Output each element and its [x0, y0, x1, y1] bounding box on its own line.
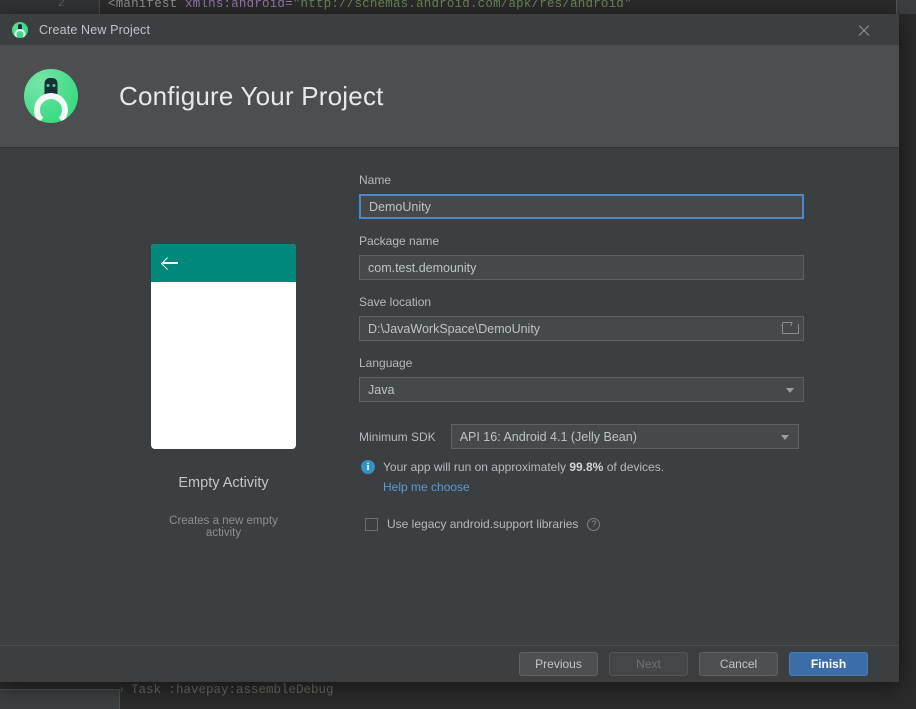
build-task-text: Task :havepay:assembleDebug	[131, 683, 334, 697]
minimum-sdk-label: Minimum SDK	[359, 429, 436, 444]
ide-right-edge	[896, 0, 916, 14]
package-name-field-group: Package name com.test.demounity	[359, 234, 806, 280]
package-name-label: Package name	[359, 234, 440, 248]
finish-button[interactable]: Finish	[789, 652, 868, 676]
name-field-group: Name DemoUnity	[359, 173, 806, 219]
minimum-sdk-value: API 16: Android 4.1 (Jelly Bean)	[459, 429, 637, 444]
page-title: Configure Your Project	[119, 80, 384, 111]
package-name-input[interactable]: com.test.demounity	[359, 255, 804, 280]
dialog-title: Create New Project	[39, 22, 151, 37]
project-config-form: Name DemoUnity Package name com.test.dem…	[359, 173, 806, 531]
code-token-tag: <manifest	[108, 0, 178, 11]
disclosure-arrow-icon[interactable]: ›	[120, 684, 123, 695]
coverage-text-after: of devices.	[603, 460, 665, 474]
name-input[interactable]: DemoUnity	[359, 194, 804, 219]
android-studio-icon	[12, 21, 28, 38]
minimum-sdk-select[interactable]: API 16: Android 4.1 (Jelly Bean)	[450, 424, 799, 449]
legacy-libraries-label: Use legacy android.support libraries	[387, 517, 579, 532]
back-arrow-icon	[162, 255, 179, 272]
close-icon[interactable]	[856, 22, 872, 38]
legacy-libraries-checkbox[interactable]	[365, 517, 378, 531]
android-studio-logo	[24, 69, 78, 123]
device-coverage-text: Your app will run on approximately 99.8%…	[383, 459, 664, 495]
next-button: Next	[609, 652, 688, 676]
language-field-group: Language Java	[359, 356, 806, 402]
template-description: Creates a new empty activity	[169, 515, 278, 539]
help-me-choose-link[interactable]: Help me choose	[383, 479, 664, 495]
dialog-titlebar: Create New Project	[0, 14, 899, 45]
language-value: Java	[368, 382, 395, 397]
save-location-label: Save location	[359, 295, 432, 309]
save-location-field-group: Save location D:\JavaWorkSpace\DemoUnity	[359, 295, 806, 341]
dialog-footer: Previous Next Cancel Finish	[0, 645, 899, 682]
create-new-project-dialog: Create New Project Configure Your Projec…	[0, 14, 899, 682]
code-token-string: "http://schemas.android.com/apk/res/andr…	[292, 0, 632, 11]
activity-thumbnail	[151, 244, 296, 449]
name-label: Name	[359, 173, 392, 187]
help-icon[interactable]: ?	[587, 517, 601, 531]
chevron-down-icon	[780, 435, 789, 440]
thumbnail-appbar	[151, 244, 296, 282]
template-preview: Empty Activity Creates a new empty activ…	[151, 244, 296, 539]
language-label: Language	[359, 356, 413, 370]
ide-tool-window-tab[interactable]	[0, 689, 120, 709]
info-icon: i	[361, 460, 375, 474]
dialog-body: Empty Activity Creates a new empty activ…	[0, 148, 899, 645]
chevron-down-icon	[786, 388, 794, 393]
template-name: Empty Activity	[178, 475, 269, 491]
coverage-text-before: Your app will run on approximately	[383, 460, 570, 474]
save-location-input[interactable]: D:\JavaWorkSpace\DemoUnity	[359, 316, 804, 341]
previous-button[interactable]: Previous	[519, 652, 598, 676]
dialog-header: Configure Your Project	[0, 45, 899, 148]
cancel-button[interactable]: Cancel	[699, 652, 778, 676]
ide-editor-strip: 2 <manifest xmlns:android="http://schema…	[0, 0, 916, 14]
coverage-percent: 99.8%	[569, 460, 604, 474]
code-token-attr: xmlns:android=	[185, 0, 293, 11]
device-coverage-info: i Your app will run on approximately 99.…	[361, 459, 806, 495]
minimum-sdk-row: Minimum SDK API 16: Android 4.1 (Jelly B…	[359, 424, 806, 449]
language-select[interactable]: Java	[359, 377, 804, 402]
ide-gutter: 2	[0, 0, 100, 14]
ide-build-output: › Task :havepay:assembleDebug	[0, 680, 916, 709]
line-number: 2	[58, 0, 65, 10]
ide-code-line: <manifest xmlns:android="http://schemas.…	[108, 0, 632, 11]
legacy-libraries-row: Use legacy android.support libraries ?	[365, 517, 806, 531]
